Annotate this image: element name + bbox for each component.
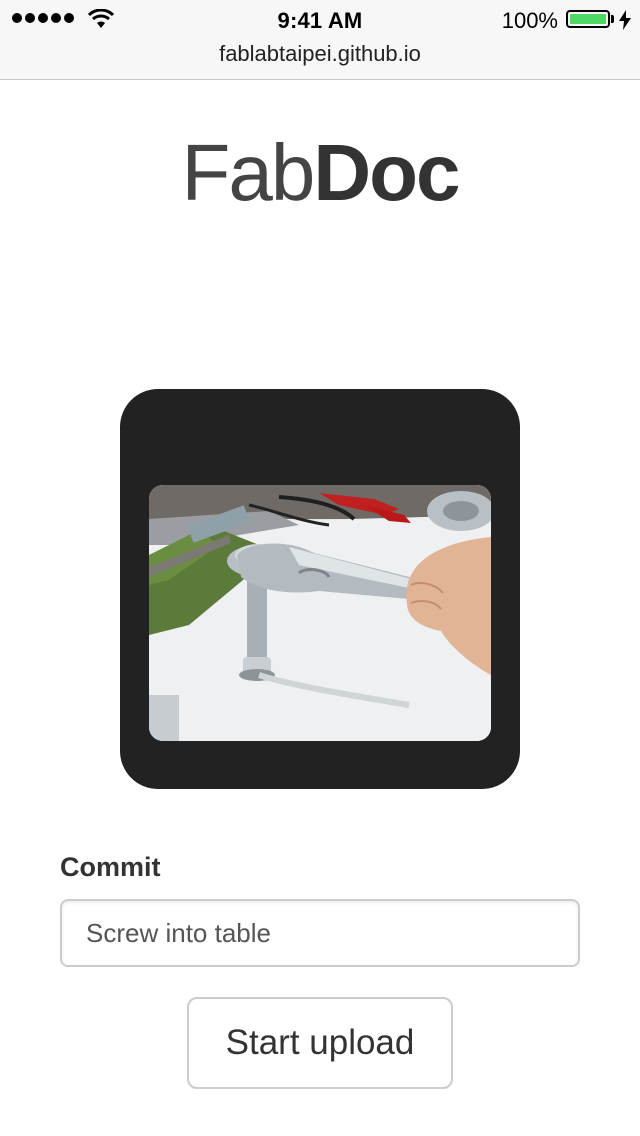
logo-light-text: Fab xyxy=(181,128,316,217)
commit-label: Commit xyxy=(60,852,161,882)
device-preview xyxy=(120,389,520,789)
preview-photo[interactable] xyxy=(149,485,491,741)
battery-percent: 100% xyxy=(501,8,558,33)
commit-input[interactable] xyxy=(60,899,580,967)
photo-wrench-vise xyxy=(149,485,491,741)
bolt-icon xyxy=(619,10,631,30)
status-bar: 9:41 AM 100% xyxy=(0,0,640,40)
battery-icon xyxy=(566,10,610,28)
browser-top-bar: 9:41 AM 100% fablabtaipei.github.io xyxy=(0,0,640,80)
address-bar-url[interactable]: fablabtaipei.github.io xyxy=(0,41,640,67)
battery-tip xyxy=(611,15,614,23)
fabdoc-logo: FabDoc xyxy=(0,128,640,218)
logo-bold-text: Doc xyxy=(313,128,460,217)
start-upload-button[interactable]: Start upload xyxy=(187,997,453,1089)
